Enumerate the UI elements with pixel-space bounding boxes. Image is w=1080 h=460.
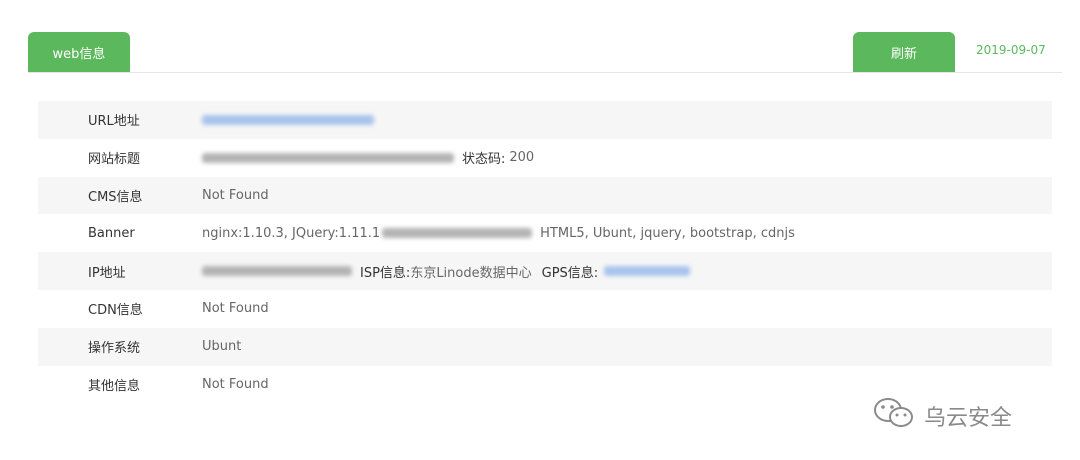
row-label: CDN信息: [88, 303, 143, 319]
row-label: 网站标题: [88, 152, 141, 168]
wechat-icon: [872, 396, 924, 436]
table-row-cms: CMS信息 Not Found: [38, 176, 1052, 215]
row-label: 其他信息: [88, 378, 141, 394]
redacted-ip: [202, 266, 352, 277]
web-info-table: URL地址 网站标题 状态码: 200 CMS信息 Not Found Bann…: [38, 101, 1052, 403]
scan-date: 2019-09-07: [976, 43, 1046, 57]
os-value: Ubunt: [202, 339, 242, 355]
table-row-ip: IP地址 ISP信息: 东京Linode数据中心 GPS信息:: [38, 252, 1052, 290]
redacted-title: [202, 152, 454, 163]
banner-value: nginx:1.10.3, JQuery:1.11.1 HTML5, Ubunt…: [202, 226, 795, 241]
tab-bar: web信息 刷新 2019-09-07: [28, 32, 1062, 73]
isp-label: ISP信息:: [360, 265, 411, 281]
ip-value: ISP信息: 东京Linode数据中心 GPS信息:: [202, 262, 698, 281]
other-value: Not Found: [202, 376, 269, 392]
row-label: CMS信息: [88, 189, 143, 205]
tab-web-info[interactable]: web信息: [28, 32, 130, 72]
title-value: 状态码: 200: [202, 148, 534, 167]
refresh-button[interactable]: 刷新: [853, 32, 955, 72]
isp-value: 东京Linode数据中心: [410, 265, 532, 281]
watermark: 乌云安全: [872, 396, 1012, 436]
cdn-value: Not Found: [202, 301, 269, 317]
watermark-text: 乌云安全: [924, 406, 1013, 431]
gps-label: GPS信息:: [541, 265, 599, 281]
banner-suffix: HTML5, Ubunt, jquery, bootstrap, cdnjs: [540, 225, 795, 241]
redacted-banner: [382, 228, 533, 239]
status-code: 200: [509, 150, 535, 166]
status-label: 状态码:: [462, 152, 506, 168]
row-label: IP地址: [88, 265, 126, 281]
row-label: 操作系统: [88, 341, 141, 357]
url-value[interactable]: [202, 114, 382, 125]
redacted-url[interactable]: [202, 114, 374, 125]
banner-prefix: nginx:1.10.3, JQuery:1.11.1: [202, 225, 381, 241]
table-row-banner: Banner nginx:1.10.3, JQuery:1.11.1 HTML5…: [38, 214, 1052, 252]
cms-value: Not Found: [202, 187, 269, 203]
row-label: Banner: [88, 225, 135, 241]
table-row-title: 网站标题 状态码: 200: [38, 139, 1052, 177]
row-label: URL地址: [88, 114, 140, 130]
table-row-os: 操作系统 Ubunt: [38, 327, 1052, 366]
redacted-gps[interactable]: [604, 266, 691, 277]
table-row-cdn: CDN信息 Not Found: [38, 290, 1052, 328]
table-row-url: URL地址: [38, 101, 1052, 139]
